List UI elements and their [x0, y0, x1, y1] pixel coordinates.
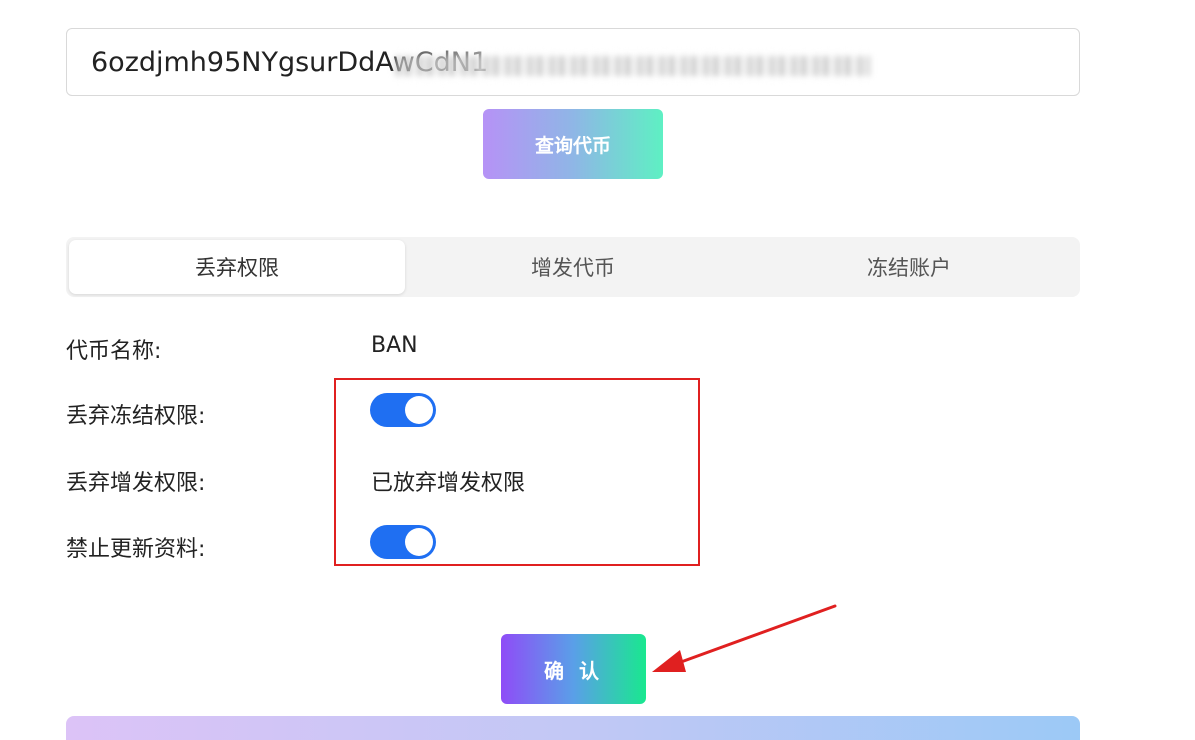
tab-mint-token[interactable]: 增发代币 [405, 240, 741, 294]
annotation-highlight-box [334, 378, 700, 566]
annotation-arrow-icon [652, 604, 837, 672]
tab-freeze-account[interactable]: 冻结账户 [741, 240, 1077, 294]
token-name-value: BAN [371, 333, 418, 358]
query-token-button[interactable]: 查询代币 [483, 109, 663, 179]
page: 查询代币 丢弃权限 增发代币 冻结账户 代币名称: BAN 丢弃冻结权限: 丢弃… [0, 0, 1195, 740]
confirm-button[interactable]: 确 认 [501, 634, 646, 704]
disable-update-label: 禁止更新资料: [66, 537, 206, 562]
tab-bar: 丢弃权限 增发代币 冻结账户 [66, 237, 1080, 297]
token-name-label: 代币名称: [66, 339, 162, 364]
result-panel-header [66, 716, 1080, 740]
redacted-address-mask [395, 46, 870, 86]
discard-freeze-label: 丢弃冻结权限: [66, 404, 206, 429]
tab-discard-permissions[interactable]: 丢弃权限 [69, 240, 405, 294]
discard-mint-label: 丢弃增发权限: [66, 471, 206, 496]
